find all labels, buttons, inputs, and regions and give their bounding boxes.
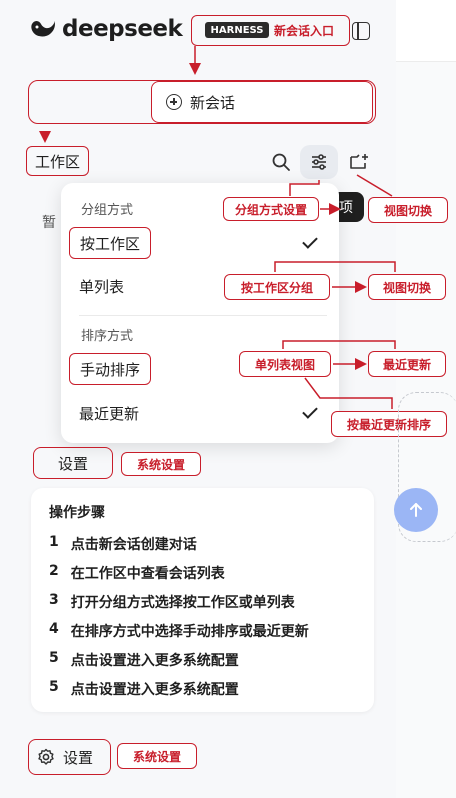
step-text: 点击设置进入更多系统配置 bbox=[70, 653, 239, 669]
gear-icon bbox=[38, 748, 54, 765]
step-item: 5 点击设置进入更多系统配置 bbox=[49, 679, 239, 699]
step-number: 5 bbox=[49, 650, 59, 666]
view-switch-annotation-2: 视图切换 bbox=[368, 274, 446, 300]
step-item: 1 点击新会话创建对话 bbox=[49, 534, 197, 554]
bottom-settings-label: 设置 bbox=[63, 748, 94, 767]
sidebar-toggle-icon[interactable] bbox=[352, 22, 370, 40]
workspace-label: 工作区 bbox=[26, 146, 89, 176]
partially-hidden-text: 暂 bbox=[42, 215, 56, 231]
group-settings-annotation: 分组方式设置 bbox=[223, 197, 319, 221]
logo-text: deepseek bbox=[62, 16, 183, 42]
search-icon[interactable] bbox=[268, 149, 294, 175]
steps-card: 操作步骤 1 点击新会话创建对话 2 在工作区中查看会话列表 3 打开分组方式选择按工… bbox=[31, 488, 374, 712]
step-text: 点击设置进入更多系统配置 bbox=[70, 682, 239, 698]
step-item: 4 在排序方式中选择手动排序或最近更新 bbox=[49, 621, 309, 641]
harness-badge: HARNESS bbox=[205, 22, 269, 38]
new-folder-icon[interactable] bbox=[347, 149, 373, 175]
system-settings-annotation: 系统设置 bbox=[121, 452, 201, 476]
plus-circle-icon bbox=[166, 94, 182, 110]
checkmark-icon bbox=[302, 233, 318, 249]
checkmark-icon bbox=[302, 403, 318, 419]
step-text: 在排序方式中选择手动排序或最近更新 bbox=[70, 624, 309, 640]
step-number: 5 bbox=[49, 679, 59, 695]
filter-sliders-icon[interactable] bbox=[306, 149, 332, 175]
step-number: 2 bbox=[49, 563, 59, 579]
bottom-settings-button[interactable]: 设置 bbox=[28, 739, 111, 775]
main-header bbox=[396, 0, 456, 62]
step-text: 打开分组方式选择按工作区或单列表 bbox=[70, 595, 295, 611]
group-by-workspace-annotation: 按工作区分组 bbox=[224, 274, 330, 300]
scroll-up-button[interactable] bbox=[394, 488, 438, 532]
recent-update-annotation: 最近更新 bbox=[368, 351, 446, 377]
single-list-view-annotation: 单列表视图 bbox=[239, 351, 331, 377]
group-single-list-option[interactable]: 单列表 bbox=[69, 270, 134, 302]
arrow-up-icon bbox=[410, 503, 422, 517]
step-text: 点击新会话创建对话 bbox=[70, 537, 197, 553]
step-item: 5 点击设置进入更多系统配置 bbox=[49, 650, 239, 670]
step-item: 2 在工作区中查看会话列表 bbox=[49, 563, 225, 583]
group-sort-dropdown: 分组方式 按工作区 单列表 排序方式 手动排序 最近更新 bbox=[61, 183, 339, 443]
group-by-workspace-option[interactable]: 按工作区 bbox=[69, 227, 152, 259]
steps-title: 操作步骤 bbox=[49, 505, 105, 521]
group-section-title: 分组方式 bbox=[81, 203, 134, 218]
sort-recent-option[interactable]: 最近更新 bbox=[69, 397, 149, 429]
sort-section-title: 排序方式 bbox=[81, 329, 134, 344]
new-chat-button[interactable]: 新会话 bbox=[151, 81, 373, 123]
step-number: 3 bbox=[49, 592, 59, 608]
step-text: 在工作区中查看会话列表 bbox=[70, 566, 225, 582]
settings-button[interactable]: 设置 bbox=[33, 447, 113, 479]
view-switch-annotation: 视图切换 bbox=[368, 197, 448, 223]
new-chat-label: 新会话 bbox=[190, 93, 236, 112]
step-number: 1 bbox=[49, 534, 59, 550]
whale-logo-icon bbox=[31, 20, 55, 37]
divider bbox=[79, 315, 327, 316]
new-chat-entry-label: 新会话入口 bbox=[274, 24, 335, 38]
step-number: 4 bbox=[49, 621, 59, 637]
sort-manual-option[interactable]: 手动排序 bbox=[69, 353, 152, 385]
logo: deepseek bbox=[30, 16, 183, 42]
step-item: 3 打开分组方式选择按工作区或单列表 bbox=[49, 592, 295, 612]
system-settings-annotation-bottom: 系统设置 bbox=[117, 743, 197, 769]
